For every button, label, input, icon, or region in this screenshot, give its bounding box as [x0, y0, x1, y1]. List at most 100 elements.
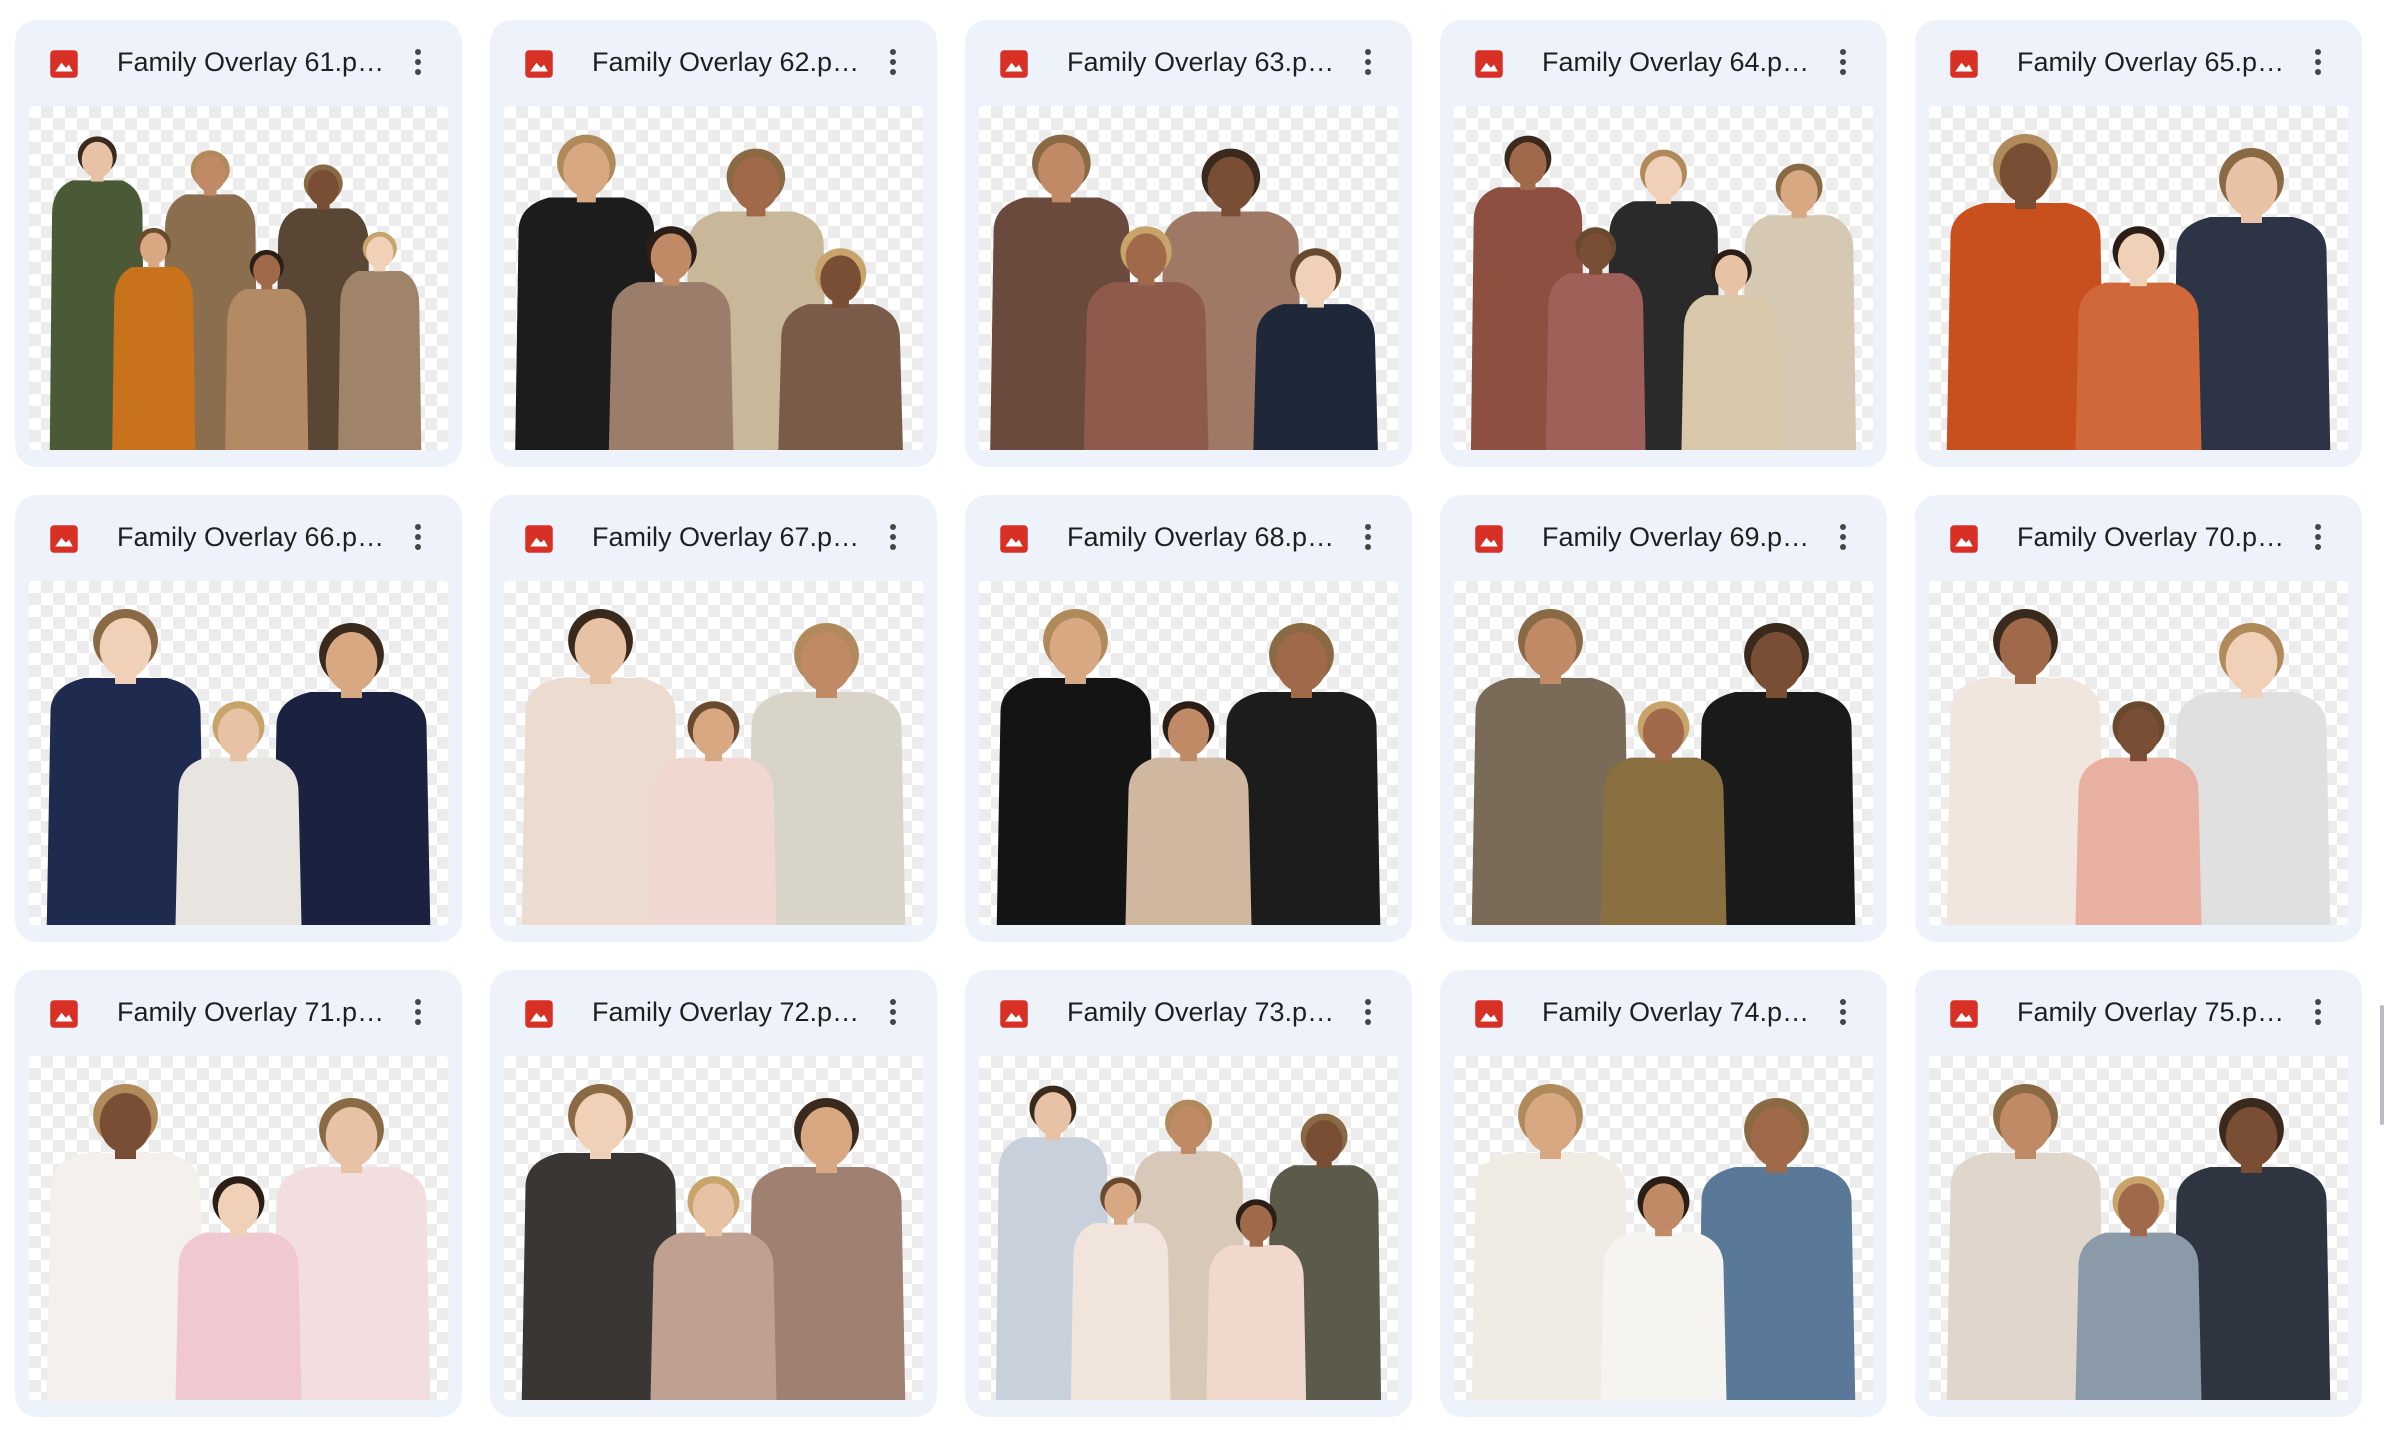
image-thumbnail[interactable]: [1929, 106, 2348, 450]
file-card-header: Family Overlay 62.png: [490, 20, 937, 104]
family-photo: [521, 609, 906, 925]
more-vert-icon: [1365, 49, 1371, 75]
image-file-icon: [50, 525, 78, 553]
more-actions-button[interactable]: [400, 517, 436, 557]
image-file-icon: [1475, 525, 1503, 553]
more-actions-button[interactable]: [2300, 992, 2336, 1032]
file-name: Family Overlay 74.png: [1542, 997, 1810, 1027]
more-actions-button[interactable]: [1350, 42, 1386, 82]
family-photo: [46, 609, 431, 925]
file-card[interactable]: Family Overlay 74.png: [1440, 970, 1887, 1417]
image-thumbnail[interactable]: [979, 1056, 1398, 1400]
file-card-header: Family Overlay 73.png: [965, 970, 1412, 1054]
more-actions-button[interactable]: [1825, 517, 1861, 557]
file-card[interactable]: Family Overlay 75.png: [1915, 970, 2362, 1417]
image-file-icon: [1000, 50, 1028, 78]
file-card[interactable]: Family Overlay 66.png: [15, 495, 462, 942]
file-name: Family Overlay 73.png: [1067, 997, 1335, 1027]
image-file-icon: [525, 525, 553, 553]
family-photo: [1946, 134, 2331, 450]
file-card[interactable]: Family Overlay 68.png: [965, 495, 1412, 942]
file-name: Family Overlay 69.png: [1542, 522, 1810, 552]
file-card[interactable]: Family Overlay 71.png: [15, 970, 462, 1417]
image-thumbnail[interactable]: [29, 1056, 448, 1400]
image-file-icon: [1950, 525, 1978, 553]
file-card-header: Family Overlay 68.png: [965, 495, 1412, 579]
file-name: Family Overlay 65.png: [2017, 47, 2285, 77]
image-file-icon: [525, 50, 553, 78]
image-thumbnail[interactable]: [504, 106, 923, 450]
file-name: Family Overlay 63.png: [1067, 47, 1335, 77]
file-card[interactable]: Family Overlay 61.png: [15, 20, 462, 467]
more-actions-button[interactable]: [400, 992, 436, 1032]
family-photo: [1470, 135, 1857, 450]
file-name: Family Overlay 70.png: [2017, 522, 2285, 552]
more-vert-icon: [415, 524, 421, 550]
more-vert-icon: [890, 524, 896, 550]
image-file-icon: [50, 50, 78, 78]
file-name: Family Overlay 75.png: [2017, 997, 2285, 1027]
file-card[interactable]: Family Overlay 72.png: [490, 970, 937, 1417]
more-vert-icon: [1840, 999, 1846, 1025]
more-vert-icon: [2315, 49, 2321, 75]
family-photo: [996, 609, 1381, 925]
more-vert-icon: [1365, 524, 1371, 550]
more-actions-button[interactable]: [2300, 42, 2336, 82]
family-photo: [995, 1085, 1382, 1400]
image-file-icon: [1950, 50, 1978, 78]
file-card[interactable]: Family Overlay 70.png: [1915, 495, 2362, 942]
file-card-header: Family Overlay 71.png: [15, 970, 462, 1054]
file-card[interactable]: Family Overlay 62.png: [490, 20, 937, 467]
image-thumbnail[interactable]: [1929, 1056, 2348, 1400]
image-thumbnail[interactable]: [1454, 581, 1873, 925]
more-actions-button[interactable]: [1825, 992, 1861, 1032]
file-card[interactable]: Family Overlay 69.png: [1440, 495, 1887, 942]
file-card-header: Family Overlay 66.png: [15, 495, 462, 579]
image-thumbnail[interactable]: [979, 106, 1398, 450]
image-file-icon: [1475, 50, 1503, 78]
image-thumbnail[interactable]: [1454, 106, 1873, 450]
more-actions-button[interactable]: [875, 517, 911, 557]
image-thumbnail[interactable]: [504, 581, 923, 925]
image-thumbnail[interactable]: [29, 581, 448, 925]
scrollbar-thumb[interactable]: [2380, 1005, 2384, 1125]
more-actions-button[interactable]: [1350, 517, 1386, 557]
family-photo: [521, 1084, 906, 1400]
file-card-header: Family Overlay 64.png: [1440, 20, 1887, 104]
more-actions-button[interactable]: [400, 42, 436, 82]
file-card[interactable]: Family Overlay 73.png: [965, 970, 1412, 1417]
family-photo: [1946, 1084, 2331, 1400]
image-thumbnail[interactable]: [1454, 1056, 1873, 1400]
file-card-header: Family Overlay 63.png: [965, 20, 1412, 104]
more-actions-button[interactable]: [875, 42, 911, 82]
more-actions-button[interactable]: [875, 992, 911, 1032]
more-actions-button[interactable]: [1825, 42, 1861, 82]
image-thumbnail[interactable]: [504, 1056, 923, 1400]
image-thumbnail[interactable]: [29, 106, 448, 450]
family-photo: [1471, 1084, 1856, 1400]
file-card-header: Family Overlay 75.png: [1915, 970, 2362, 1054]
file-card-header: Family Overlay 69.png: [1440, 495, 1887, 579]
file-card[interactable]: Family Overlay 67.png: [490, 495, 937, 942]
more-vert-icon: [1365, 999, 1371, 1025]
family-photo: [49, 136, 422, 450]
more-vert-icon: [1840, 524, 1846, 550]
family-photo: [1946, 609, 2331, 925]
image-file-icon: [1000, 1000, 1028, 1028]
image-thumbnail[interactable]: [979, 581, 1398, 925]
file-card-header: Family Overlay 61.png: [15, 20, 462, 104]
more-actions-button[interactable]: [1350, 992, 1386, 1032]
more-actions-button[interactable]: [2300, 517, 2336, 557]
file-card[interactable]: Family Overlay 65.png: [1915, 20, 2362, 467]
image-file-icon: [1000, 525, 1028, 553]
file-name: Family Overlay 67.png: [592, 522, 860, 552]
more-vert-icon: [890, 999, 896, 1025]
family-photo: [1471, 609, 1856, 925]
file-name: Family Overlay 66.png: [117, 522, 385, 552]
file-name: Family Overlay 61.png: [117, 47, 385, 77]
file-card[interactable]: Family Overlay 64.png: [1440, 20, 1887, 467]
file-card[interactable]: Family Overlay 63.png: [965, 20, 1412, 467]
image-thumbnail[interactable]: [1929, 581, 2348, 925]
family-photo: [46, 1084, 431, 1400]
more-vert-icon: [415, 49, 421, 75]
